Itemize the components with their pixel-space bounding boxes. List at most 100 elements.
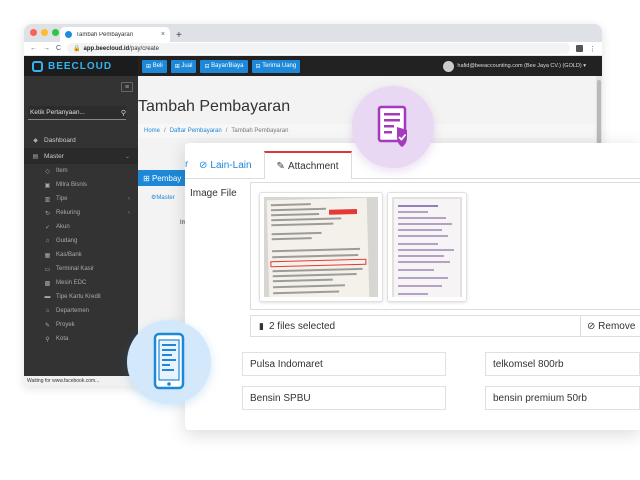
sidebar-item-dashboard[interactable]: ◆ Dashboard (24, 132, 138, 148)
panel-title: ⊞ Pembay (138, 170, 190, 186)
sidebar-item-proyek[interactable]: ✎ Proyek (24, 318, 138, 332)
lock-icon: 🔒 (73, 46, 81, 52)
tab-master[interactable]: ⚙Master (138, 194, 175, 201)
remove-icon: ⊘ (587, 320, 596, 332)
monitor-icon: ▭ (44, 266, 51, 273)
sidebar-item-label: Rekuring (56, 210, 81, 216)
beecloud-logo[interactable]: BEECLOUD (24, 56, 138, 76)
description-field-1[interactable]: Pulsa Indomaret (242, 352, 446, 376)
note-field-1[interactable]: telkomsel 800rb (485, 352, 640, 376)
user-menu[interactable]: hafid@beeaccounting.com (Bee Jaya CV.) (… (443, 60, 602, 72)
money-icon: ⊟ (204, 63, 210, 70)
nav-bayar-button[interactable]: ⊟ Bayar/Biaya (200, 59, 248, 73)
nav-terima-button[interactable]: ⊟ Terima Uang (251, 59, 301, 73)
sidebar-item-label: Mitra Bisnis (56, 182, 88, 188)
breadcrumb-parent-link[interactable]: Daftar Pembayaran (170, 128, 222, 134)
sidebar-item-departemen[interactable]: ⌂ Departemen (24, 304, 138, 318)
url-path: /pay/create (129, 45, 159, 52)
description-field-2[interactable]: Bensin SPBU (242, 386, 446, 410)
scrollbar-thumb[interactable] (597, 80, 601, 150)
maximize-window-button[interactable] (52, 29, 59, 36)
reload-icon[interactable]: C (56, 45, 61, 52)
avatar (443, 60, 455, 72)
sidebar-item-kas-bank[interactable]: ▦ Kas/Bank (24, 248, 138, 262)
mobile-phone-icon (153, 332, 185, 390)
hamburger-icon[interactable]: ≡ (121, 82, 133, 92)
breadcrumb-current: Tambah Pembayaran (231, 128, 289, 134)
back-arrow-icon[interactable]: ← (30, 45, 37, 52)
tab-attachment[interactable]: ✎ Attachment (263, 151, 352, 179)
sidebar-item-terminal-kasir[interactable]: ▭ Terminal Kasir (24, 262, 138, 276)
tab-bar: ⊘ Lain-Lain ✎ Attachment (185, 149, 352, 179)
dashboard-icon: ◆ (33, 137, 38, 144)
breadcrumb-home-link[interactable]: Home (144, 128, 160, 134)
note-field-2[interactable]: bensin premium 50rb (485, 386, 640, 410)
type-icon: ▥ (44, 196, 51, 203)
chevron-left-icon: ‹ (128, 210, 130, 216)
breadcrumb-separator: / (225, 128, 228, 134)
forward-arrow-icon[interactable]: → (43, 45, 50, 52)
sidebar-item-label: Gudang (56, 238, 78, 244)
wrench-icon: ✎ (44, 322, 51, 329)
sidebar-item-label: Akun (56, 224, 70, 230)
table-icon: ⊞ (143, 173, 150, 183)
document-shield-badge (352, 86, 434, 168)
file-input[interactable]: ▮ 2 files selected ⊘ Remove (250, 315, 640, 337)
close-window-button[interactable] (30, 29, 37, 36)
sidebar: ≡ Ketik Pertanyaan... ⚲ ◆ Dashboard ▤ Ma… (24, 76, 138, 386)
user-text: hafid@beeaccounting.com (Bee Jaya CV.) (… (457, 63, 586, 69)
browser-status-bar: Waiting for www.facebook.com... (24, 376, 138, 386)
sidebar-item-rekuring[interactable]: ↻ Rekuring ‹ (24, 206, 138, 220)
attachment-card: r ⊘ Lain-Lain ✎ Attachment Image File ▮ … (185, 143, 640, 430)
sidebar-item-label: Master (44, 152, 64, 160)
extension-icon[interactable] (576, 45, 583, 52)
search-input[interactable]: Ketik Pertanyaan... ⚲ (28, 106, 126, 120)
search-icon[interactable]: ⚲ (121, 109, 126, 117)
sidebar-item-label: Kas/Bank (56, 252, 82, 258)
sidebar-item-master[interactable]: ▤ Master ⌄ (24, 148, 138, 164)
search-placeholder: Ketik Pertanyaan... (30, 109, 85, 116)
sidebar-item-label: Dashboard (44, 136, 76, 144)
bank-icon: ▦ (44, 252, 51, 259)
remove-button[interactable]: ⊘ Remove (580, 316, 640, 336)
sidebar-item-label: Proyek (56, 322, 75, 328)
sidebar-item-mitra-bisnis[interactable]: ▣ Mitra Bisnis (24, 178, 138, 192)
cart-icon: ⊞ (174, 63, 180, 70)
nav-beli-button[interactable]: ⊞ Beli (142, 59, 167, 73)
document-shield-icon (377, 105, 407, 147)
nav-jual-button[interactable]: ⊞ Jual (170, 59, 197, 73)
screenshot-root: Tambah Pembayaran × + ← → C 🔒 app.beeclo… (0, 0, 640, 480)
mobile-receipt-badge (127, 320, 211, 404)
receipt-photo-2 (392, 197, 462, 297)
new-tab-button[interactable]: + (176, 30, 182, 41)
file-icon: ▮ (259, 320, 264, 331)
sidebar-item-akun[interactable]: ✓ Akun (24, 220, 138, 234)
minimize-window-button[interactable] (41, 29, 48, 36)
receipt-thumbnail-1[interactable] (259, 192, 383, 302)
browser-tab-title: Tambah Pembayaran (76, 31, 134, 38)
browser-tab[interactable]: Tambah Pembayaran × (60, 27, 170, 42)
sidebar-item-tipe-kartu-kredit[interactable]: ▬ Tipe Kartu Kredit (24, 290, 138, 304)
receipt-thumbnail-2[interactable] (387, 192, 467, 302)
warehouse-icon: ⌂ (45, 238, 50, 244)
building-icon: ⌂ (45, 308, 50, 314)
nav-label: Bayar/Biaya (211, 63, 244, 69)
sidebar-item-label: Tipe Kartu Kredit (56, 294, 101, 300)
sidebar-menu: ◆ Dashboard ▤ Master ⌄ ◇ Item ▣ Mitra Bisn… (24, 132, 138, 346)
tab-label: Attachment (287, 160, 339, 172)
tab-label: Lain-Lain (210, 159, 252, 171)
sidebar-item-label: Kota (56, 336, 69, 342)
more-menu-icon[interactable]: ⋮ (589, 45, 596, 53)
sidebar-item-kota[interactable]: ⚲ Kota (24, 332, 138, 346)
sidebar-item-gudang[interactable]: ⌂ Gudang (24, 234, 138, 248)
sidebar-item-item[interactable]: ◇ Item (24, 164, 138, 178)
tab-close-icon[interactable]: × (161, 31, 165, 38)
sidebar-item-mesin-edc[interactable]: ▩ Mesin EDC (24, 276, 138, 290)
sidebar-item-label: Departemen (56, 308, 90, 314)
image-file-label: Image File (190, 188, 237, 199)
files-selected-text: 2 files selected (268, 320, 336, 332)
tab-lain-lain[interactable]: ⊘ Lain-Lain (185, 151, 264, 179)
url-field[interactable]: 🔒 app.beecloud.id/pay/create (67, 43, 570, 54)
sidebar-item-tipe[interactable]: ▥ Tipe ‹ (24, 192, 138, 206)
receipt-paper (394, 199, 460, 297)
